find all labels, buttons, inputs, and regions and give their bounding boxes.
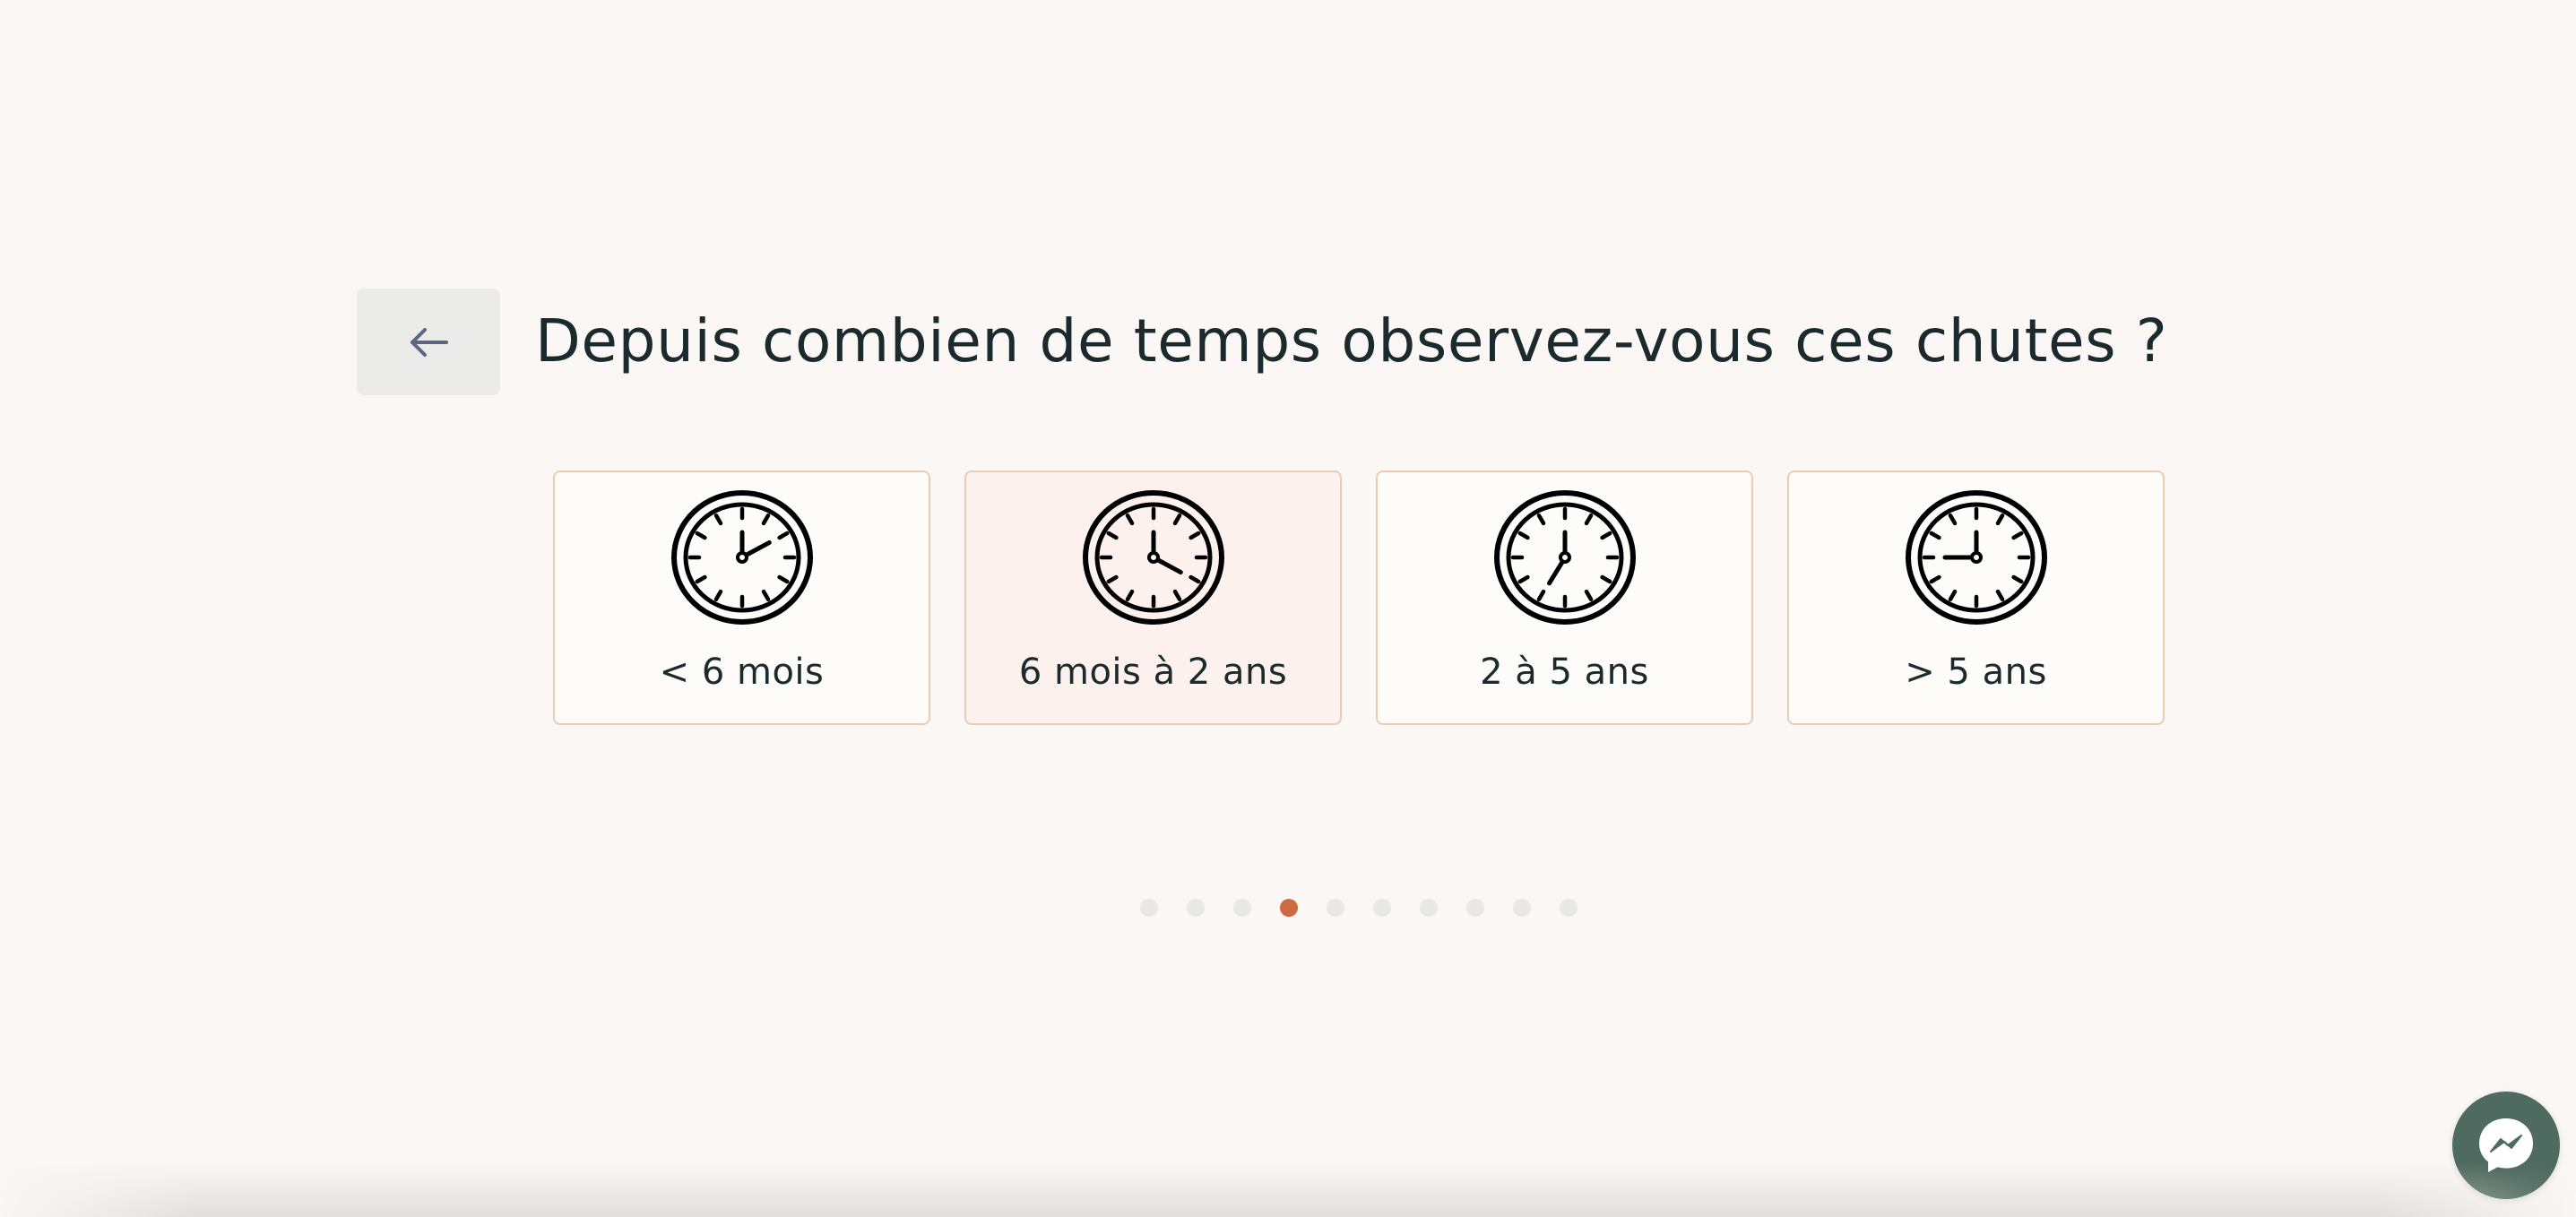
pagination-dot[interactable] <box>1420 899 1438 917</box>
pagination-dot-active[interactable] <box>1280 899 1298 917</box>
pagination-dot[interactable] <box>1373 899 1391 917</box>
back-button[interactable] <box>357 289 500 395</box>
messenger-chat-button[interactable] <box>2452 1092 2560 1199</box>
step-pagination <box>1140 899 1578 917</box>
question-title: Depuis combien de temps observez-vous ce… <box>535 306 2168 375</box>
option-label: 6 mois à 2 ans <box>1018 652 1288 693</box>
option-label: < 6 mois <box>659 652 825 693</box>
clock-icon <box>1082 490 1225 625</box>
option-card[interactable]: 2 à 5 ans <box>1376 470 1753 725</box>
option-card[interactable]: < 6 mois <box>553 470 930 725</box>
pagination-dot[interactable] <box>1187 899 1205 917</box>
messenger-icon <box>2479 1118 2533 1172</box>
option-label: 2 à 5 ans <box>1480 652 1649 693</box>
pagination-dot[interactable] <box>1466 899 1484 917</box>
arrow-left-icon <box>411 327 448 357</box>
option-card[interactable]: > 5 ans <box>1787 470 2165 725</box>
pagination-dot[interactable] <box>1327 899 1344 917</box>
pagination-dot[interactable] <box>1513 899 1531 917</box>
page: Depuis combien de temps observez-vous ce… <box>0 0 2576 1217</box>
answer-options: < 6 mois 6 mois à 2 ans 2 à 5 ans > 5 an… <box>553 470 2165 725</box>
option-label: > 5 ans <box>1905 652 2047 693</box>
option-card[interactable]: 6 mois à 2 ans <box>964 470 1342 725</box>
pagination-dot[interactable] <box>1140 899 1158 917</box>
bottom-edge-shadow <box>0 1163 2576 1217</box>
pagination-dot[interactable] <box>1560 899 1578 917</box>
clock-icon <box>1493 490 1637 625</box>
clock-icon <box>670 490 814 625</box>
pagination-dot[interactable] <box>1233 899 1251 917</box>
clock-icon <box>1905 490 2048 625</box>
